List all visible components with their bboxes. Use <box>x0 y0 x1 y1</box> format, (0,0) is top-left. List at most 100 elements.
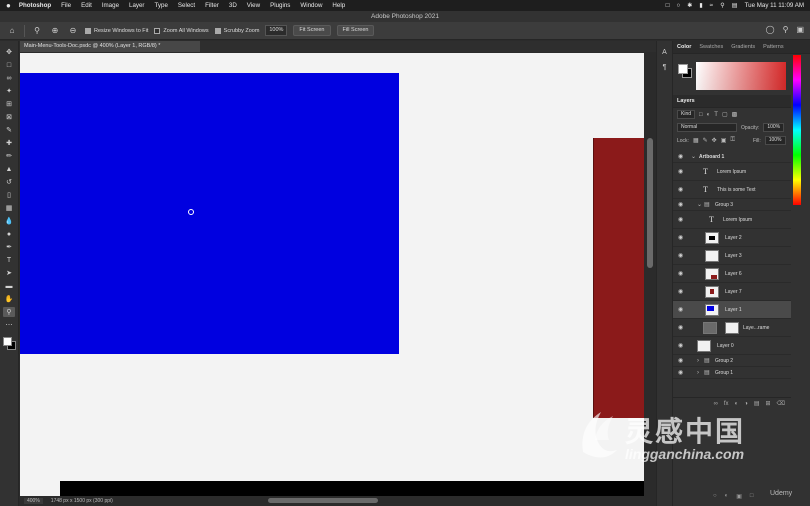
display-icon[interactable]: □ <box>666 2 670 9</box>
layer-row-pixel[interactable]: ◉ Layer 0 <box>673 337 791 355</box>
eyedropper-tool-icon[interactable]: ✎ <box>3 125 15 135</box>
gradient-tool-icon[interactable]: ▦ <box>3 203 15 213</box>
layer-row-group[interactable]: ◉ › ▤ Group 1 <box>673 367 791 379</box>
layer-row-pixel-selected[interactable]: ◉ Layer 1 <box>673 301 791 319</box>
visibility-eye-icon[interactable]: ◉ <box>678 369 683 376</box>
visibility-eye-icon[interactable]: ◉ <box>678 216 683 223</box>
filter-adjustment-icon[interactable]: ◐ <box>707 112 711 118</box>
workspace-icon[interactable]: ▣ <box>796 25 804 34</box>
properties-icon[interactable]: ○ <box>713 493 717 500</box>
hand-tool-icon[interactable]: ✋ <box>3 294 15 304</box>
layer-row-text[interactable]: ◉ T Lorem Ipsum <box>673 163 791 181</box>
zoom-tool-preset-icon[interactable]: ⚲ <box>31 25 43 37</box>
visibility-eye-icon[interactable]: ◉ <box>678 186 683 193</box>
layer-row-group[interactable]: ◉ › ▤ Group 2 <box>673 355 791 367</box>
bluetooth-icon[interactable]: ✱ <box>687 2 692 9</box>
visibility-eye-icon[interactable]: ◉ <box>678 324 683 331</box>
opacity-field[interactable]: 100% <box>763 123 785 132</box>
rectangle-tool-icon[interactable]: ▬ <box>3 281 15 291</box>
history-icon[interactable]: □ <box>750 493 754 500</box>
layer-row-artboard[interactable]: ◉ ⌄ Artboard 1 <box>673 151 791 163</box>
layer-row-group[interactable]: ◉ ⌄ ▤ Group 3 <box>673 199 791 211</box>
history-brush-tool-icon[interactable]: ↺ <box>3 177 15 187</box>
lock-position-icon[interactable]: ✥ <box>712 137 717 144</box>
menu-window[interactable]: Window <box>300 2 322 9</box>
more-tools-icon[interactable]: ⋯ <box>3 320 15 330</box>
fill-field[interactable]: 100% <box>764 136 786 145</box>
chevron-down-icon[interactable]: ⌄ <box>697 201 702 208</box>
horizontal-scrollbar[interactable] <box>140 496 644 506</box>
hue-slider[interactable] <box>793 55 801 205</box>
home-icon[interactable]: ⌂ <box>6 25 18 37</box>
search-icon[interactable]: ⚲ <box>720 2 725 9</box>
menu-help[interactable]: Help <box>332 2 345 9</box>
blur-tool-icon[interactable]: 💧 <box>3 216 15 226</box>
healing-brush-tool-icon[interactable]: ✚ <box>3 138 15 148</box>
menu-photoshop[interactable]: Photoshop <box>19 2 51 9</box>
move-tool-icon[interactable]: ✥ <box>3 47 15 57</box>
visibility-eye-icon[interactable]: ◉ <box>678 288 683 295</box>
lasso-tool-icon[interactable]: ∞ <box>3 73 15 83</box>
color-panel-foreground-swatch[interactable] <box>678 64 688 74</box>
menu-type[interactable]: Type <box>155 2 168 9</box>
paragraph-panel-icon[interactable]: ¶ <box>663 64 667 71</box>
object-selection-tool-icon[interactable]: ✦ <box>3 86 15 96</box>
layer-row-pixel[interactable]: ◉ Layer 6 <box>673 265 791 283</box>
layer-row-frame[interactable]: ◉ Laye...rame <box>673 319 791 337</box>
zoom-percent-field[interactable]: 100% <box>265 25 288 36</box>
menu-select[interactable]: Select <box>178 2 195 9</box>
layer-row-pixel[interactable]: ◉ Layer 2 <box>673 229 791 247</box>
clone-stamp-tool-icon[interactable]: ▲ <box>3 164 15 174</box>
zoom-out-icon[interactable]: ⊖ <box>67 25 79 37</box>
fill-screen-button[interactable]: Fill Screen <box>336 25 375 36</box>
tab-gradients[interactable]: Gradients <box>731 44 755 50</box>
chevron-right-icon[interactable]: › <box>697 370 699 376</box>
libraries-icon[interactable]: ▣ <box>736 493 742 500</box>
crop-tool-icon[interactable]: ⊞ <box>3 99 15 109</box>
foreground-color-swatch[interactable] <box>3 337 12 346</box>
filter-type-icon[interactable]: T <box>714 112 718 118</box>
creative-cloud-icon[interactable]: ○ <box>676 2 680 9</box>
character-panel-icon[interactable]: A <box>662 49 667 56</box>
chevron-down-icon[interactable]: ⌄ <box>691 153 696 160</box>
eraser-tool-icon[interactable]: ▯ <box>3 190 15 200</box>
lock-transparent-icon[interactable]: ▦ <box>693 137 699 144</box>
filter-shape-icon[interactable]: ▢ <box>722 111 728 118</box>
lock-all-icon[interactable]: ⚿ <box>730 137 735 144</box>
scrubby-zoom-checkbox[interactable]: Scrubby Zoom <box>214 27 259 34</box>
layer-row-pixel[interactable]: ◉ Layer 3 <box>673 247 791 265</box>
wifi-icon[interactable]: ≈ <box>710 2 713 9</box>
tab-patterns[interactable]: Patterns <box>763 44 783 50</box>
resize-windows-checkbox[interactable]: Resize Windows to Fit <box>85 27 148 34</box>
menu-image[interactable]: Image <box>102 2 119 9</box>
marquee-tool-icon[interactable]: □ <box>3 60 15 70</box>
tab-swatches[interactable]: Swatches <box>699 44 723 50</box>
clock[interactable]: Tue May 11 11:09 AM <box>745 2 804 9</box>
dodge-tool-icon[interactable]: ● <box>3 229 15 239</box>
zoom-all-windows-checkbox[interactable]: Zoom All Windows <box>154 27 209 34</box>
blend-mode-select[interactable]: Normal <box>677 123 737 132</box>
kind-filter-select[interactable]: Kind <box>677 110 696 119</box>
visibility-eye-icon[interactable]: ◉ <box>678 168 683 175</box>
menu-layer[interactable]: Layer <box>129 2 144 9</box>
path-selection-tool-icon[interactable]: ➤ <box>3 268 15 278</box>
adjustments-icon[interactable]: ◐ <box>725 493 729 500</box>
filter-pixel-icon[interactable]: □ <box>699 112 703 118</box>
menu-view[interactable]: View <box>247 2 260 9</box>
zoom-tool-icon[interactable]: ⚲ <box>3 307 15 317</box>
layer-row-text[interactable]: ◉ T Lorem Ipsum <box>673 211 791 229</box>
pen-tool-icon[interactable]: ✒ <box>3 242 15 252</box>
visibility-eye-icon[interactable]: ◉ <box>678 153 683 160</box>
chevron-right-icon[interactable]: › <box>697 358 699 364</box>
filter-smart-object-icon[interactable]: ▩ <box>732 111 738 118</box>
tab-layers[interactable]: Layers <box>677 98 695 104</box>
menu-edit[interactable]: Edit <box>81 2 92 9</box>
layer-row-text[interactable]: ◉ T This is some Text <box>673 181 791 199</box>
status-zoom[interactable]: 400% <box>24 498 43 504</box>
visibility-eye-icon[interactable]: ◉ <box>678 270 683 277</box>
fit-screen-button[interactable]: Fit Screen <box>293 25 331 36</box>
frame-tool-icon[interactable]: ⊠ <box>3 112 15 122</box>
lock-paint-icon[interactable]: ✎ <box>703 137 708 144</box>
visibility-eye-icon[interactable]: ◉ <box>678 201 683 208</box>
scroll-thumb[interactable] <box>647 138 653 268</box>
